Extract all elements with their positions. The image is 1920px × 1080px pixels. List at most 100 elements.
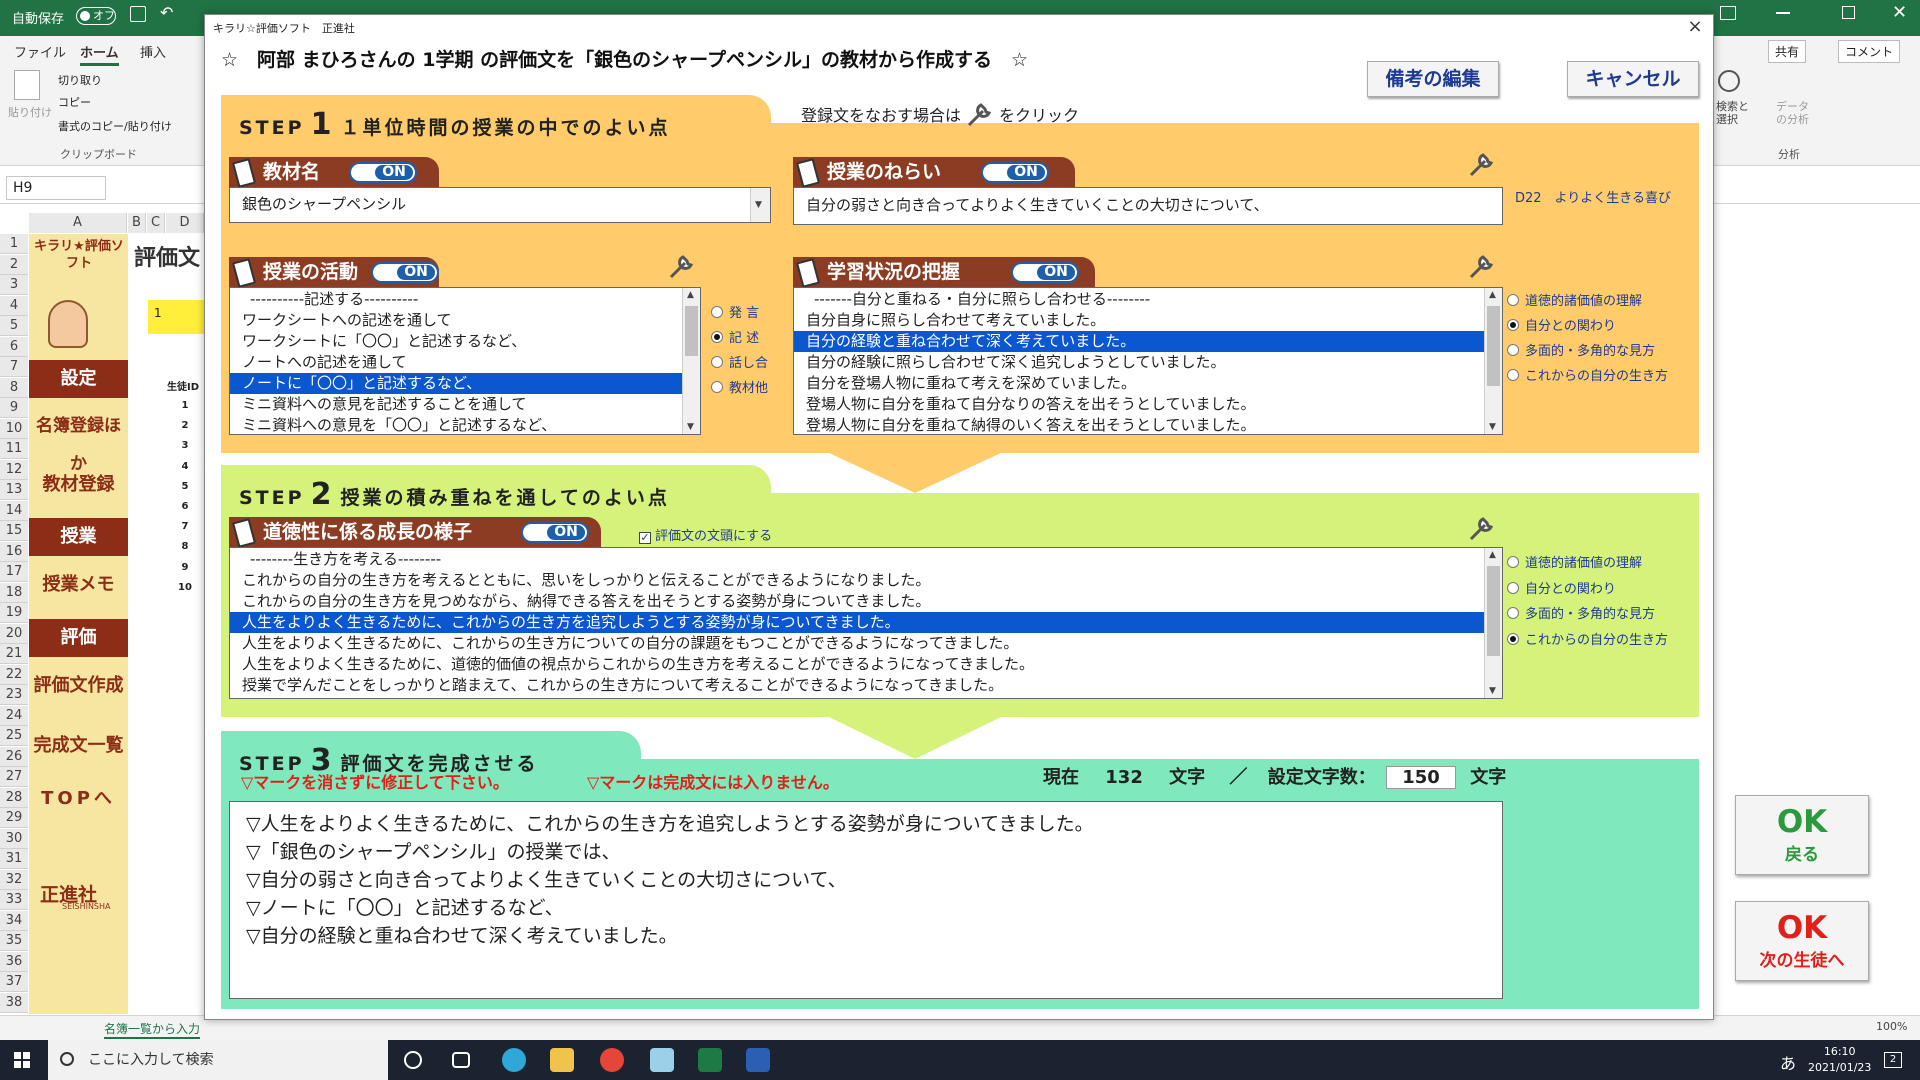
row-header[interactable]: 16 (0, 541, 28, 562)
list-item[interactable]: ノートへの記述を通して (230, 352, 700, 373)
list-scrollbar[interactable]: ▲ ▼ (682, 288, 700, 434)
list-scrollbar[interactable]: ▲ ▼ (1484, 548, 1502, 698)
comment-button[interactable]: コメント (1838, 40, 1901, 63)
col-header-d[interactable]: D (166, 213, 204, 233)
radio-option[interactable]: 多面的・多角的な見方 (1507, 339, 1668, 364)
aim-field[interactable]: 自分の弱さと向き合ってよりよく生きていくことの大切さについて、 (793, 187, 1503, 225)
material-select[interactable]: 銀色のシャープペンシル ▼ (229, 187, 771, 223)
student-number[interactable]: 6 (170, 501, 200, 512)
material-dropdown-button[interactable]: ▼ (750, 188, 770, 222)
list-item[interactable]: 授業で学んだことをしっかりと踏まえて、これからの生き方について考えることができる… (230, 675, 1502, 696)
student-number[interactable]: 10 (170, 582, 200, 593)
row-header[interactable]: 11 (0, 439, 28, 459)
aim-wrench-icon[interactable] (1467, 151, 1497, 179)
undo-icon[interactable]: ↶ (160, 3, 173, 22)
radio-option[interactable]: 道徳的諸価値の理解 (1507, 551, 1668, 577)
side-menu-settings[interactable]: 設定 (29, 360, 128, 398)
student-number[interactable]: 8 (170, 541, 200, 552)
ribbon-display-icon[interactable] (1720, 6, 1736, 20)
list-item[interactable]: 自分の経験と重ね合わせて深く考えていました。 (794, 331, 1502, 352)
col-header-a[interactable]: A (29, 213, 127, 233)
side-menu-complete-list[interactable]: 完成文一覧 (29, 727, 128, 765)
row-header[interactable]: 6 (0, 336, 28, 357)
chevron-up-icon[interactable]: ▲ (687, 290, 694, 300)
list-item[interactable]: 自分自身に照らし合わせて考えていました。 (794, 310, 1502, 331)
notification-icon[interactable]: 2 (1884, 1052, 1902, 1068)
row-header[interactable]: 31 (0, 849, 28, 869)
chrome-icon[interactable] (600, 1048, 624, 1072)
list-item[interactable]: 自分の経験に照らし合わせて深く追究しようとしていました。 (794, 352, 1502, 373)
radio-option[interactable]: これからの自分の生き方 (1507, 628, 1668, 654)
row-header[interactable]: 26 (0, 746, 28, 767)
activity-on-toggle[interactable]: ON (371, 262, 439, 283)
list-item[interactable]: -------自分と重ねる・自分に照らし合わせる-------- (794, 289, 1502, 310)
name-box[interactable]: H9 (6, 176, 106, 200)
row-header[interactable]: 17 (0, 562, 28, 582)
list-item[interactable]: ミニ資料への意見を「〇〇」と記述するなど、 (230, 415, 700, 434)
student-number[interactable]: 5 (170, 481, 200, 492)
list-item[interactable]: ----------記述する---------- (230, 289, 700, 310)
row-header[interactable]: 21 (0, 644, 28, 664)
row-header[interactable]: 35 (0, 931, 28, 951)
list-item[interactable]: 自分を登場人物に重ねて考えを深めていました。 (794, 373, 1502, 394)
list-item[interactable]: ワークシートに「〇〇」と記述するなど、 (230, 331, 700, 352)
scrollbar-thumb[interactable] (1487, 566, 1500, 656)
edge-icon[interactable] (502, 1048, 526, 1072)
radio-option[interactable]: これからの自分の生き方 (1507, 364, 1668, 389)
list-item[interactable]: --------生き方を考える-------- (230, 549, 1502, 570)
activity-wrench-icon[interactable] (667, 253, 697, 281)
row-header[interactable]: 12 (0, 459, 28, 480)
zoom-level[interactable]: 100% (1876, 1020, 1907, 1033)
row-header[interactable]: 5 (0, 316, 28, 336)
list-item[interactable]: これからの自分の生き方を考えるとともに、思いをしっかりと伝えることができるように… (230, 570, 1502, 591)
share-button[interactable]: 共有 (1768, 40, 1807, 63)
chevron-down-icon[interactable]: ▼ (687, 422, 694, 432)
lead-sentence-checkbox[interactable]: ✓ 評価文の文頭にする (639, 525, 772, 544)
side-menu-materials[interactable]: 教材登録 (29, 466, 128, 504)
row-header[interactable]: 34 (0, 910, 28, 931)
row-header[interactable]: 10 (0, 418, 28, 439)
data-analysis-button[interactable]: データの分析 (1776, 100, 1810, 126)
status-on-toggle[interactable]: ON (1011, 262, 1079, 283)
row-header[interactable]: 32 (0, 869, 28, 890)
radio-option[interactable]: 自分との関わり (1507, 314, 1668, 339)
tab-insert[interactable]: 挿入 (140, 42, 166, 61)
app-icon[interactable] (650, 1048, 674, 1072)
minimize-icon[interactable] (1776, 12, 1790, 14)
search-select-button[interactable]: 検索と選択 (1716, 100, 1750, 126)
radio-option[interactable]: 発 言 (711, 301, 768, 326)
growth-on-toggle[interactable]: ON (521, 522, 589, 543)
aim-on-toggle[interactable]: ON (981, 162, 1049, 183)
start-icon[interactable] (14, 1052, 30, 1068)
chevron-down-icon[interactable]: ▼ (1489, 422, 1496, 432)
col-header-b[interactable]: B (128, 213, 146, 233)
limit-input[interactable]: 150 (1385, 766, 1456, 789)
cortana-icon[interactable] (404, 1051, 422, 1069)
list-item[interactable]: 登場人物に自分を重ねて納得のいく答えを出そうとしていました。 (794, 415, 1502, 434)
radio-option[interactable]: 多面的・多角的な見方 (1507, 602, 1668, 628)
list-item[interactable]: これからの自分の生き方を見つめながら、納得できる答えを出そうとする姿勢が身につい… (230, 591, 1502, 612)
scrollbar-thumb[interactable] (1487, 306, 1500, 386)
growth-wrench-icon[interactable] (1467, 515, 1497, 543)
status-list[interactable]: -------自分と重ねる・自分に照らし合わせる-------- 自分自身に照らし… (793, 287, 1503, 435)
row-header[interactable]: 9 (0, 398, 28, 418)
side-menu-create-eval[interactable]: 評価文作成 (29, 667, 128, 705)
chevron-down-icon[interactable]: ▼ (1489, 686, 1496, 696)
student-number[interactable]: 2 (170, 420, 200, 431)
radio-option[interactable]: 道徳的諸価値の理解 (1507, 289, 1668, 314)
taskbar-search[interactable]: ここに入力して検索 (48, 1040, 388, 1080)
ok-back-button[interactable]: OK 戻る (1735, 795, 1869, 875)
student-number[interactable]: 7 (170, 521, 200, 532)
status-wrench-icon[interactable] (1467, 253, 1497, 281)
window-close-icon[interactable]: ✕ (1892, 2, 1907, 23)
row-header[interactable]: 33 (0, 890, 28, 910)
row-header[interactable]: 18 (0, 582, 28, 603)
row-header[interactable]: 3 (0, 275, 28, 295)
side-menu-lesson-memo[interactable]: 授業メモ (29, 566, 128, 604)
row-header[interactable]: 29 (0, 808, 28, 828)
final-text-area[interactable]: ▽人生をよりよく生きるために、これからの生き方を追究しようとする姿勢が身について… (229, 801, 1503, 999)
row-header[interactable]: 14 (0, 500, 28, 521)
cut-button[interactable]: 切り取り (58, 72, 102, 88)
radio-option[interactable]: 自分との関わり (1507, 577, 1668, 603)
row-header[interactable]: 38 (0, 992, 28, 1013)
